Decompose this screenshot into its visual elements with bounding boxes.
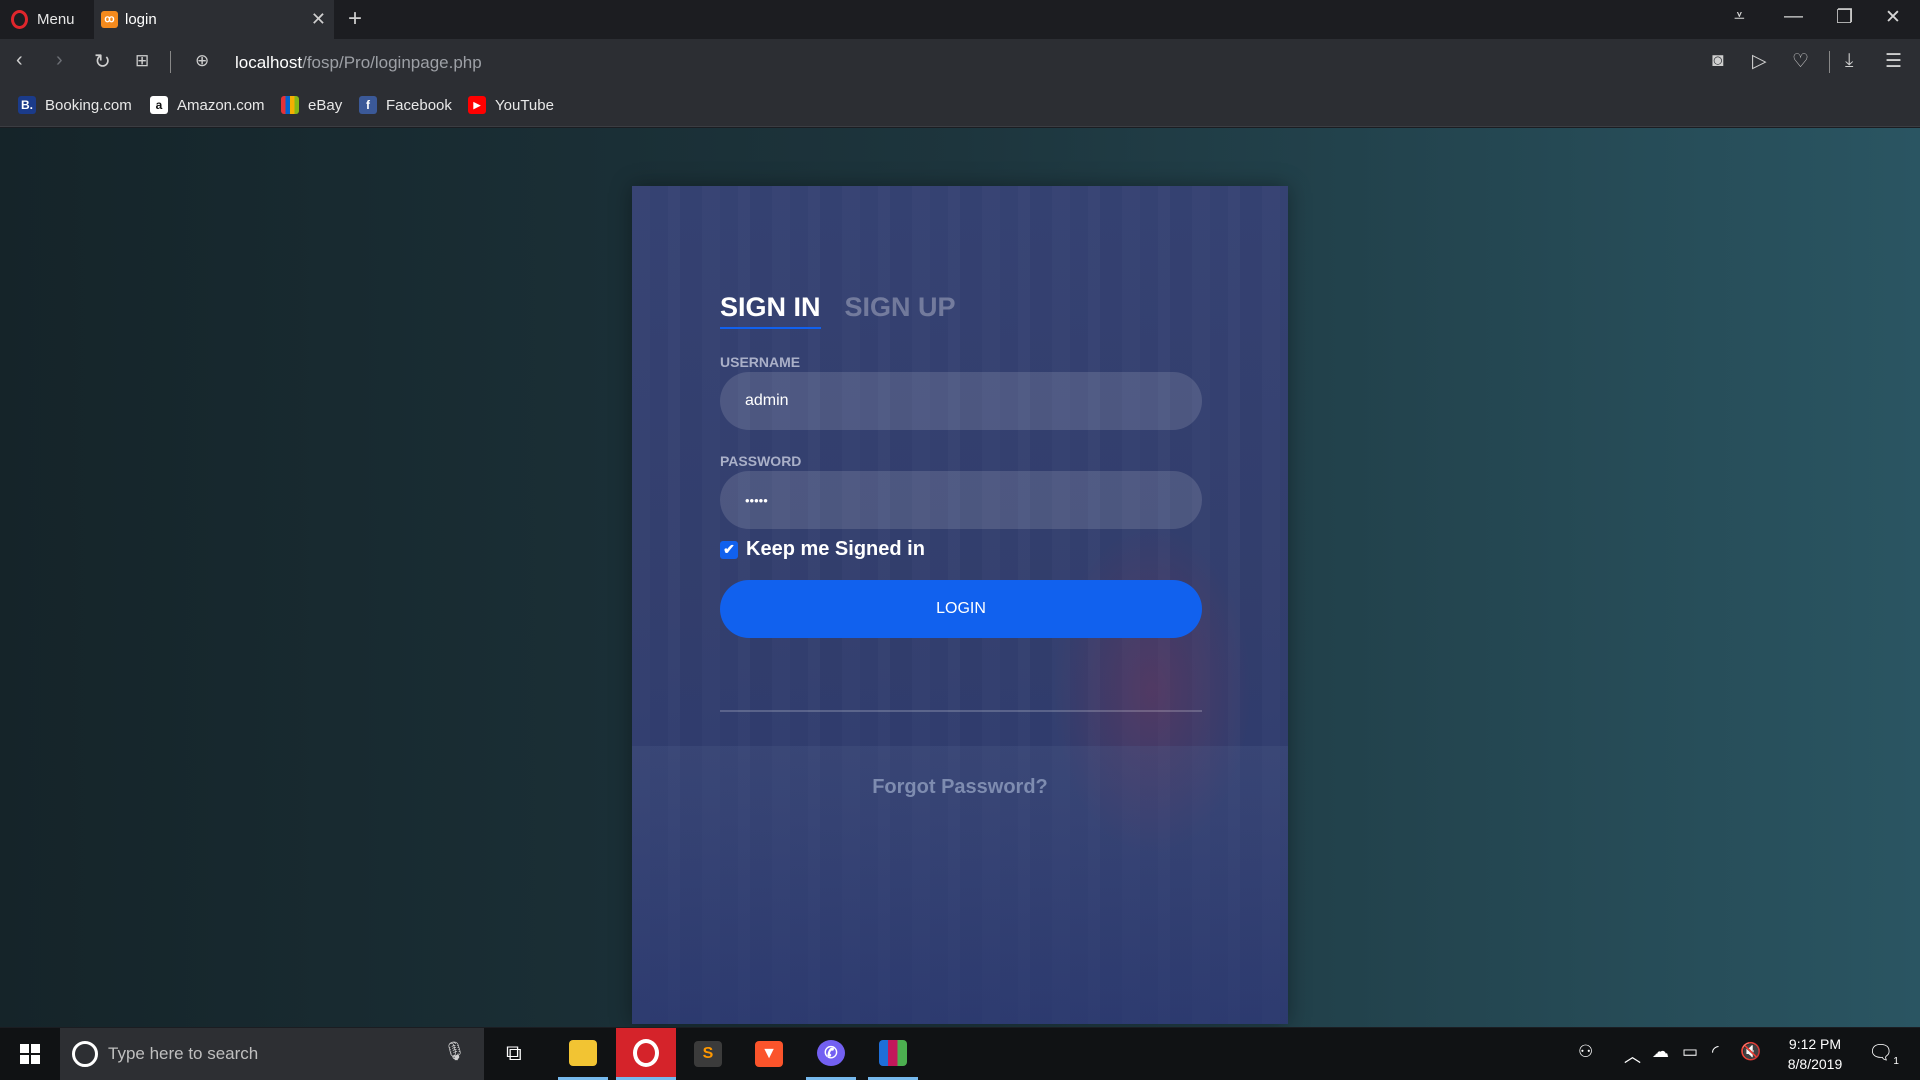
- bookmark-amazon[interactable]: a Amazon.com: [150, 96, 265, 114]
- taskbar-search[interactable]: Type here to search 🎙: [60, 1028, 484, 1080]
- opera-logo-icon: [11, 10, 28, 29]
- clock-date: 8/8/2019: [1787, 1056, 1843, 1072]
- keep-signed-in-label: Keep me Signed in: [746, 538, 925, 560]
- battery-icon[interactable]: ▭: [1682, 1042, 1698, 1062]
- bookmark-label: eBay: [308, 96, 343, 114]
- xampp-favicon-icon: ꝏ: [101, 11, 118, 28]
- viber-app[interactable]: ✆: [806, 1028, 856, 1080]
- bookmark-ebay[interactable]: eBay: [281, 96, 342, 114]
- opera-icon: [633, 1038, 659, 1067]
- minimize-window-button[interactable]: —: [1784, 6, 1803, 28]
- booking-icon: B.: [18, 96, 36, 114]
- search-placeholder: Type here to search: [108, 1044, 259, 1063]
- brave-lion-icon: ▼: [755, 1041, 783, 1067]
- address-separator: [170, 51, 171, 73]
- login-button[interactable]: LOGIN: [720, 580, 1202, 638]
- notification-count: 1: [1893, 1056, 1899, 1067]
- browser-menu-button[interactable]: Menu: [0, 0, 92, 39]
- sublime-text-app[interactable]: S: [683, 1028, 733, 1080]
- people-icon[interactable]: ⚇: [1578, 1042, 1593, 1062]
- username-label: USERNAME: [720, 354, 801, 370]
- tab-sign-in[interactable]: SIGN IN: [720, 292, 821, 329]
- heart-icon[interactable]: ♡: [1792, 50, 1809, 73]
- youtube-icon: ▶: [468, 96, 486, 114]
- volume-muted-icon[interactable]: 🔇: [1740, 1042, 1761, 1062]
- sublime-icon: S: [694, 1041, 722, 1067]
- url-path: /fosp/Pro/loginpage.php: [302, 53, 482, 72]
- bookmark-booking[interactable]: B. Booking.com: [18, 96, 132, 114]
- globe-icon: ⊕: [195, 51, 210, 70]
- address-bar: ‹ › ↻ ⊞ ⊕ localhost/fosp/Pro/loginpage.p…: [0, 39, 1920, 87]
- folder-icon: [569, 1039, 597, 1066]
- viber-icon: ✆: [817, 1039, 845, 1066]
- winrar-icon: [879, 1039, 907, 1066]
- start-button[interactable]: [0, 1028, 60, 1080]
- url-field[interactable]: localhost/fosp/Pro/loginpage.php: [235, 53, 482, 73]
- tab-title: login: [125, 11, 157, 28]
- windows-logo-icon: [20, 1044, 40, 1064]
- opera-app[interactable]: [616, 1028, 676, 1080]
- new-tab-button[interactable]: +: [348, 5, 362, 33]
- clock-time: 9:12 PM: [1788, 1036, 1842, 1052]
- taskbar: Type here to search 🎙 ⧉ S ▼ ✆ ⚇ ︿ ☁ ▭ ◜ …: [0, 1028, 1920, 1080]
- bookmark-label: Facebook: [386, 96, 452, 114]
- password-input[interactable]: •••••: [720, 471, 1202, 529]
- keep-signed-in[interactable]: ✔ Keep me Signed in: [720, 538, 925, 561]
- bookmark-label: Amazon.com: [177, 96, 265, 114]
- cortana-icon: [72, 1041, 98, 1067]
- bookmark-youtube[interactable]: ▶ YouTube: [468, 96, 554, 114]
- taskbar-clock[interactable]: 9:12 PM 8/8/2019: [1770, 1034, 1860, 1074]
- wifi-icon[interactable]: ◜: [1712, 1042, 1719, 1062]
- action-center-icon[interactable]: 🗨1: [1868, 1040, 1899, 1067]
- close-window-button[interactable]: ✕: [1885, 6, 1901, 29]
- close-tab-icon[interactable]: ✕: [311, 9, 326, 30]
- task-view-icon[interactable]: ⧉: [506, 1040, 522, 1066]
- back-icon[interactable]: ‹: [16, 49, 23, 72]
- file-explorer-app[interactable]: [558, 1028, 608, 1080]
- download-icon[interactable]: ⤓: [1845, 50, 1853, 72]
- password-label: PASSWORD: [720, 453, 802, 469]
- login-card: SIGN IN SIGN UP USERNAME admin PASSWORD …: [632, 186, 1288, 1024]
- camera-icon[interactable]: ◙: [1712, 50, 1723, 72]
- divider: [720, 710, 1202, 712]
- tab-sign-up[interactable]: SIGN UP: [845, 292, 956, 329]
- restore-window-button[interactable]: ❐: [1836, 6, 1853, 29]
- speed-dial-icon[interactable]: ⊞: [135, 51, 149, 71]
- auth-tabs: SIGN IN SIGN UP: [720, 292, 956, 329]
- url-host: localhost: [235, 53, 303, 72]
- browser-tab-login[interactable]: ꝏ login ✕: [94, 0, 334, 39]
- username-input[interactable]: admin: [720, 372, 1202, 430]
- winrar-app[interactable]: [868, 1028, 918, 1080]
- facebook-icon: f: [359, 96, 377, 114]
- bookmark-facebook[interactable]: f Facebook: [359, 96, 452, 114]
- menu-label: Menu: [37, 11, 75, 28]
- keep-signed-in-checkbox[interactable]: ✔: [720, 540, 738, 559]
- send-icon[interactable]: ▷: [1752, 50, 1767, 73]
- bookmark-label: YouTube: [495, 96, 554, 114]
- amazon-icon: a: [150, 96, 168, 114]
- brave-app[interactable]: ▼: [744, 1028, 794, 1080]
- browser-tab-bar: Menu ꝏ login ✕ + ⩡ — ❐ ✕: [0, 0, 1920, 39]
- page-background: SIGN IN SIGN UP USERNAME admin PASSWORD …: [0, 128, 1920, 1027]
- bookmark-label: Booking.com: [45, 96, 132, 114]
- ebay-icon: [281, 96, 299, 114]
- forgot-password-link[interactable]: Forgot Password?: [632, 776, 1288, 799]
- show-hidden-icons-icon[interactable]: ︿: [1624, 1042, 1641, 1067]
- forward-icon[interactable]: ›: [56, 49, 63, 72]
- reload-icon[interactable]: ↻: [94, 49, 111, 74]
- toolbar-separator: [1829, 51, 1830, 73]
- easy-setup-icon[interactable]: ☰: [1885, 50, 1902, 73]
- tab-menu-icon[interactable]: ⩡: [1734, 6, 1745, 28]
- bookmarks-bar: B. Booking.com a Amazon.com eBay f Faceb…: [0, 87, 1920, 127]
- microphone-icon[interactable]: 🎙: [443, 1041, 466, 1062]
- onedrive-icon[interactable]: ☁: [1652, 1042, 1669, 1062]
